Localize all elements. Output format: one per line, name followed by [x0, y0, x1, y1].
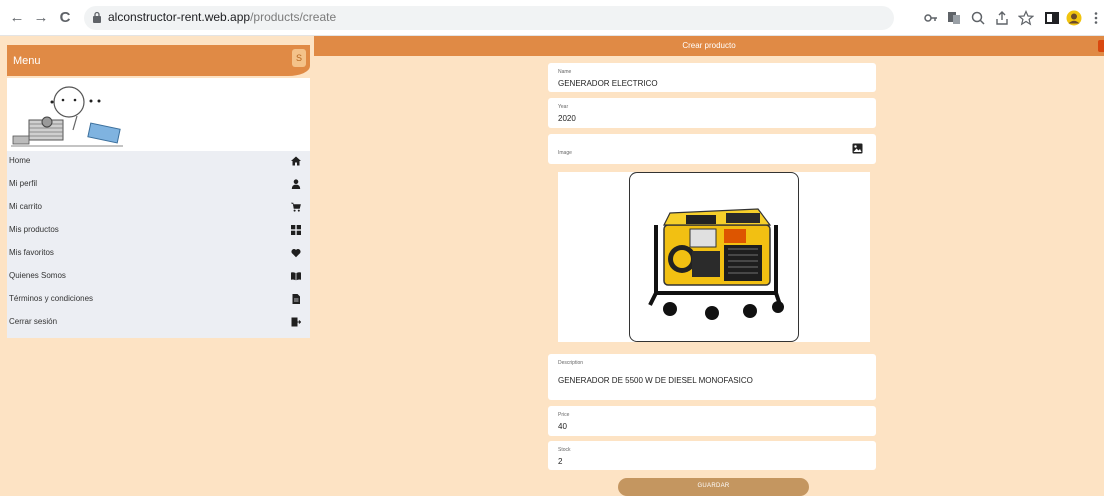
translate-icon[interactable] [946, 10, 962, 26]
price-field[interactable]: Price 40 [548, 406, 876, 436]
address-bar[interactable]: alconstructor-rent.web.app/products/crea… [84, 6, 894, 30]
sidebar-item-label: Cerrar sesión [9, 317, 58, 326]
save-button-label: GUARDAR [697, 483, 730, 489]
cart-icon [291, 202, 301, 212]
name-field-value: GENERADOR ELECTRICO [558, 79, 658, 88]
sidebar-item-mis-favoritos[interactable]: Mis favoritos [7, 243, 310, 266]
url-path: /products/create [250, 10, 337, 24]
bookmark-star-icon[interactable] [1017, 10, 1035, 26]
description-field-label: Description [558, 360, 584, 366]
image-preview-card [558, 172, 870, 342]
sidebar-nav: Home Mi perfil Mi carrito Mis productos … [7, 151, 310, 338]
key-icon[interactable] [923, 10, 939, 26]
person-icon [291, 179, 301, 189]
price-field-label: Price [558, 412, 570, 418]
grid-icon [291, 225, 301, 235]
name-field-label: Name [558, 69, 572, 75]
book-icon [291, 272, 301, 281]
year-field-value: 2020 [558, 114, 576, 123]
share-icon[interactable] [994, 10, 1010, 26]
sidebar-item-quienes-somos[interactable]: Quienes Somos [7, 266, 310, 289]
description-field-value: GENERADOR DE 5500 W DE DIESEL MONOFASICO [558, 376, 753, 385]
main-header: Crear producto [314, 36, 1104, 56]
sidebar-item-mis-productos[interactable]: Mis productos [7, 220, 310, 243]
url-domain: alconstructor-rent.web.app [108, 10, 251, 24]
menu-title: Menu [13, 55, 41, 67]
close-button[interactable] [1098, 40, 1104, 52]
menu-header: Menu S [7, 45, 310, 76]
zoom-icon[interactable] [970, 10, 986, 26]
sidebar-item-label: Términos y condiciones [9, 294, 94, 303]
sidebar-item-label: Mis favoritos [9, 248, 54, 257]
sidebar-item-label: Mi carrito [9, 202, 42, 211]
browser-toolbar: ← → C alconstructor-rent.web.app/product… [0, 0, 1104, 36]
side-panel-icon[interactable] [1044, 10, 1060, 26]
sidebar-item-label: Quienes Somos [9, 271, 66, 280]
sidebar-item-terminos[interactable]: Términos y condiciones [7, 289, 310, 312]
image-field[interactable]: Image [548, 134, 876, 164]
stock-field-label: Stock [558, 447, 571, 453]
back-button[interactable]: ← [6, 7, 28, 29]
generator-icon [648, 208, 784, 320]
sidebar-item-cerrar-sesion[interactable]: Cerrar sesión [7, 312, 310, 335]
sidebar-item-mi-perfil[interactable]: Mi perfil [7, 174, 310, 197]
sidebar-illustration [7, 78, 310, 151]
browser-menu-icon[interactable] [1088, 10, 1104, 26]
sidebar-item-mi-carrito[interactable]: Mi carrito [7, 197, 310, 220]
sidebar: Menu S Home Mi perfil Mi carrito Mis pro… [7, 36, 310, 496]
stock-field-value: 2 [558, 457, 563, 466]
save-button[interactable]: GUARDAR [618, 478, 809, 496]
price-field-value: 40 [558, 422, 567, 431]
reload-button[interactable]: C [54, 7, 76, 29]
lock-icon [93, 11, 101, 23]
image-upload-icon[interactable] [852, 143, 863, 154]
page-title: Crear producto [682, 41, 736, 50]
sidebar-item-label: Mi perfil [9, 179, 38, 188]
profile-avatar[interactable] [1066, 10, 1082, 26]
url-text: alconstructor-rent.web.app/products/crea… [108, 10, 336, 24]
name-field[interactable]: Name GENERADOR ELECTRICO [548, 63, 876, 92]
forward-button[interactable]: → [30, 7, 52, 29]
document-icon [292, 294, 300, 304]
year-field-label: Year [558, 104, 569, 110]
sidebar-item-label: Mis productos [9, 225, 59, 234]
logout-icon [291, 317, 301, 327]
home-icon [291, 156, 301, 166]
sidebar-item-home[interactable]: Home [7, 151, 310, 174]
image-field-label: Image [558, 150, 572, 156]
sidebar-item-label: Home [9, 156, 31, 165]
product-image [629, 172, 799, 342]
year-field[interactable]: Year 2020 [548, 98, 876, 128]
description-field[interactable]: Description GENERADOR DE 5500 W DE DIESE… [548, 354, 876, 400]
stock-field[interactable]: Stock 2 [548, 441, 876, 470]
brand-logo-icon[interactable]: S [292, 49, 306, 67]
main-content: Crear producto Name GENERADOR ELECTRICO … [314, 36, 1104, 496]
heart-icon [291, 249, 301, 258]
